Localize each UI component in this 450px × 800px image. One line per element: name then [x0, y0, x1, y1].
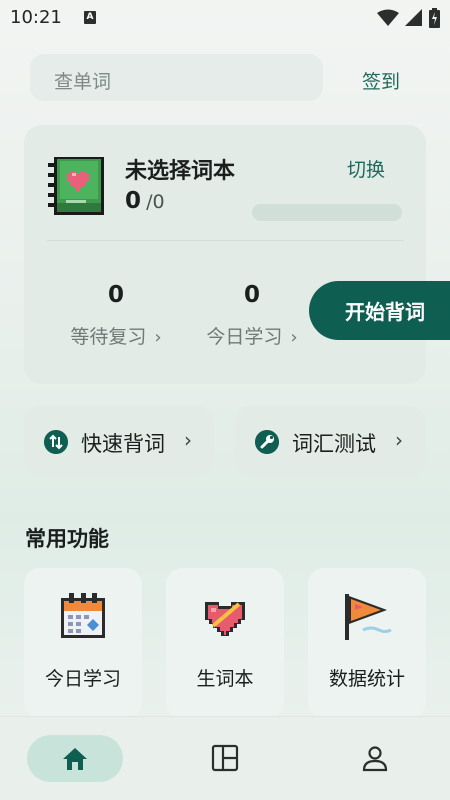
progress-bar: [252, 204, 402, 221]
home-icon: [63, 748, 87, 770]
vocab-book-label: 生词本: [196, 668, 254, 690]
wifi-icon: [377, 9, 399, 26]
battery-icon: [429, 8, 440, 28]
layout-icon: [211, 744, 239, 772]
word-count: 0 /0: [125, 188, 165, 214]
today-learning-card[interactable]: 今日学习: [24, 568, 142, 718]
sync-arrows-icon: [44, 430, 68, 454]
start-learning-button[interactable]: 开始背词: [309, 281, 450, 340]
signal-icon: [405, 9, 422, 26]
vocab-book-card[interactable]: 生词本: [166, 568, 284, 718]
quick-learn-label: 快速背词: [81, 432, 165, 456]
review-count: 0: [107, 282, 124, 308]
notification-icon: A: [84, 11, 96, 24]
nav-profile[interactable]: [360, 743, 390, 773]
switch-book-button[interactable]: 切换: [347, 155, 385, 182]
checkin-button[interactable]: 签到: [362, 67, 400, 94]
status-bar: 10:21 A: [0, 0, 450, 36]
wordbook-card: 未选择词本 0 /0 切换 0 等待复习 › 0 今日学习 ›: [24, 125, 426, 384]
today-stat[interactable]: 0 今日学习 ›: [192, 282, 312, 349]
vocab-test-button[interactable]: 词汇测试 ›: [235, 406, 426, 477]
calendar-icon: [61, 593, 105, 638]
chevron-right-icon: ›: [290, 327, 298, 348]
status-icons: [377, 8, 440, 28]
status-time: 10:21: [10, 7, 62, 28]
wrench-icon: [255, 430, 279, 454]
pennant-flag-icon: [345, 594, 392, 640]
book-title: 未选择词本: [125, 159, 236, 184]
total-count: /0: [146, 191, 165, 213]
heart-icon: [205, 602, 245, 636]
green-book-icon: [48, 157, 104, 215]
bottom-nav: [0, 716, 450, 800]
vocab-test-label: 词汇测试: [292, 432, 376, 456]
quick-learn-button[interactable]: 快速背词 ›: [24, 406, 214, 477]
learned-count: 0: [125, 188, 142, 214]
search-placeholder: 查单词: [54, 71, 112, 93]
section-title: 常用功能: [25, 527, 109, 551]
today-label: 今日学习: [206, 326, 283, 348]
chevron-right-icon: ›: [154, 327, 162, 348]
today-learning-label: 今日学习: [44, 668, 121, 690]
chevron-right-icon: ›: [184, 428, 192, 452]
statistics-card[interactable]: 数据统计: [308, 568, 426, 718]
chevron-right-icon: ›: [395, 428, 403, 452]
search-input[interactable]: 查单词: [30, 54, 323, 101]
nav-layout[interactable]: [210, 743, 240, 773]
review-stat[interactable]: 0 等待复习 ›: [56, 282, 176, 349]
profile-icon: [362, 746, 388, 772]
nav-home[interactable]: [27, 735, 123, 782]
statistics-label: 数据统计: [328, 668, 405, 690]
review-label: 等待复习: [70, 326, 147, 348]
divider: [47, 240, 404, 241]
today-count: 0: [243, 282, 260, 308]
